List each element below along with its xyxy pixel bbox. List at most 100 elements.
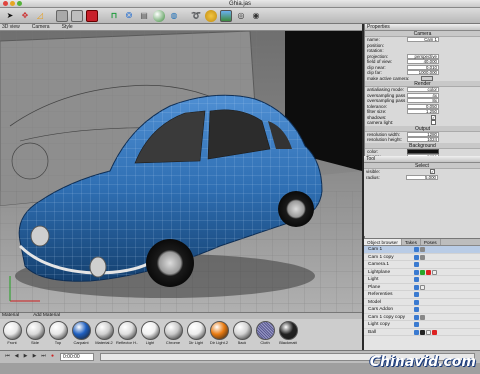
sculpt-icon[interactable]: ❂ [123,10,135,22]
material-swatch[interactable]: Dir Light.2 [209,321,229,346]
move-icon[interactable]: ✥ [19,10,31,22]
material-swatch[interactable]: Blackmatt [278,321,298,346]
material-swatch[interactable]: Reflector H... [116,321,138,346]
projection-select[interactable]: perspective [407,53,439,59]
fov-field[interactable]: 40.000 [407,59,439,64]
material-label: Reflector H... [116,340,138,345]
step-forward-icon[interactable]: ▶ [31,353,38,360]
list-item[interactable]: Cars Addon [364,306,480,314]
material-icon [432,269,437,275]
3d-viewport[interactable] [0,31,362,312]
object-icon [414,284,419,290]
material-bar: Material Add Material Front Side Top Carpai… [0,312,362,350]
material-icon [426,329,431,335]
filter-size-field[interactable]: 1.250 [407,109,439,114]
material-icon[interactable]: ◍ [168,10,180,22]
landscape-icon[interactable] [220,9,232,22]
list-item[interactable]: Plane [364,284,480,291]
material-swatch[interactable]: Cloth [255,321,275,346]
record-icon[interactable]: ● [49,353,56,360]
active-camera-button[interactable] [421,75,433,81]
bg-color-swatch[interactable] [407,148,439,154]
tab-poses[interactable]: Poses [421,239,441,245]
tolerance-field[interactable]: 0.050 [407,103,439,109]
material-label: Front [7,340,17,345]
prop-row-res-height: resolution height: 1024 [367,137,439,142]
object-list: Cam 1 Cam 1 copy Camera.1 Lightplane Lig… [364,246,480,336]
object-icon [414,269,419,275]
material-ball [48,321,68,340]
main-toolbar: ➤ ✥ ◿ ⊓ ❂ ▤ ◍ ➰ ◎ ◉ [0,8,480,24]
list-item[interactable]: Cam 1 copy [364,254,480,261]
material-swatch[interactable]: Chrome [163,321,183,346]
tab-object-browser[interactable]: Object browser [364,239,402,245]
res-height-field[interactable]: 1024 [407,137,439,142]
magnet-icon[interactable]: ⊓ [108,10,120,22]
list-item[interactable]: Model [364,299,480,306]
light-icon[interactable]: ◎ [235,10,247,22]
view-menu[interactable]: 3D view [2,24,20,31]
material-icon [432,329,437,335]
material-label: Blackmatt [279,340,297,345]
list-item[interactable]: Light [364,276,480,284]
play-icon[interactable]: ▶ [22,353,29,360]
material-label: Chrome [165,340,181,345]
list-item[interactable]: Light copy [364,321,480,329]
list-item[interactable]: Ball [364,329,480,336]
oversample-2-select[interactable]: 8x [407,98,439,103]
cube-red-icon[interactable] [86,9,98,22]
camera-menu[interactable]: Camera [32,24,50,31]
material-label: Dir Light [188,340,204,345]
tab-takes[interactable]: Takes [402,239,421,245]
step-back-icon[interactable]: ◀ [13,353,20,360]
oversample-1-select[interactable]: 4x [407,92,439,98]
name-field[interactable]: Cam 1 [407,37,439,42]
material-ball [232,321,252,340]
clip-near-field[interactable]: 0.010 [407,64,439,70]
material-icon [420,329,425,335]
shadows-checkbox[interactable]: ✓ [431,114,436,120]
material-menu[interactable]: Material [2,313,19,319]
rewind-icon[interactable]: ⏮ [4,353,11,360]
material-swatch[interactable]: Back [232,321,252,346]
folder-icon [414,307,419,312]
viewport-header: 3D view Camera Style [0,24,362,31]
measure-icon[interactable]: ◿ [34,10,46,22]
arrow-icon[interactable]: ➤ [4,10,16,22]
camera-icon [414,314,419,320]
style-menu[interactable]: Style [62,24,73,31]
radius-field[interactable]: 5.000 [406,174,438,180]
prop-row-active-camera: make active camera: [365,75,480,82]
anim-icon[interactable]: ➰ [190,10,202,22]
material-swatch[interactable]: Side [25,321,45,346]
list-item[interactable]: Lightplane [364,269,480,276]
material-swatch[interactable]: Dir Light [186,321,206,346]
visibility-icon [420,314,425,320]
material-label: Side [30,340,39,345]
render-icon[interactable]: ▤ [138,10,150,22]
list-item[interactable]: Camera.1 [364,261,480,269]
material-swatch[interactable]: Material.2 [94,321,114,346]
list-item[interactable]: Cam 1 copy copy [364,314,480,321]
camera-icon[interactable]: ◉ [250,10,262,22]
visible-checkbox[interactable]: ✓ [430,169,435,174]
cube-grey-icon[interactable] [56,9,68,22]
frame-field[interactable]: 0:00:00 [60,353,94,361]
list-item[interactable]: Referenties [364,291,480,299]
material-swatch[interactable]: Light [140,321,160,346]
material-swatch[interactable]: Front [2,321,22,346]
camera-light-checkbox[interactable] [431,120,436,125]
tool-title: Tool [364,156,480,163]
aa-mode-select[interactable]: color [407,87,439,92]
prop-row-radius: radius: 5.000 [366,174,438,180]
material-swatch[interactable]: Top [48,321,68,346]
material-swatch[interactable]: Carpaint [71,321,91,346]
fast-forward-icon[interactable]: ⏭ [40,353,47,360]
res-width-field[interactable]: 1280 [407,131,439,137]
list-item[interactable]: Cam 1 [364,246,480,254]
sphere-icon[interactable] [153,9,165,22]
cube-grey2-icon[interactable] [71,9,83,22]
add-material-button[interactable]: Add Material [33,313,60,319]
clip-far-field[interactable]: 1000.000 [407,70,439,75]
coin-icon[interactable] [205,9,217,22]
